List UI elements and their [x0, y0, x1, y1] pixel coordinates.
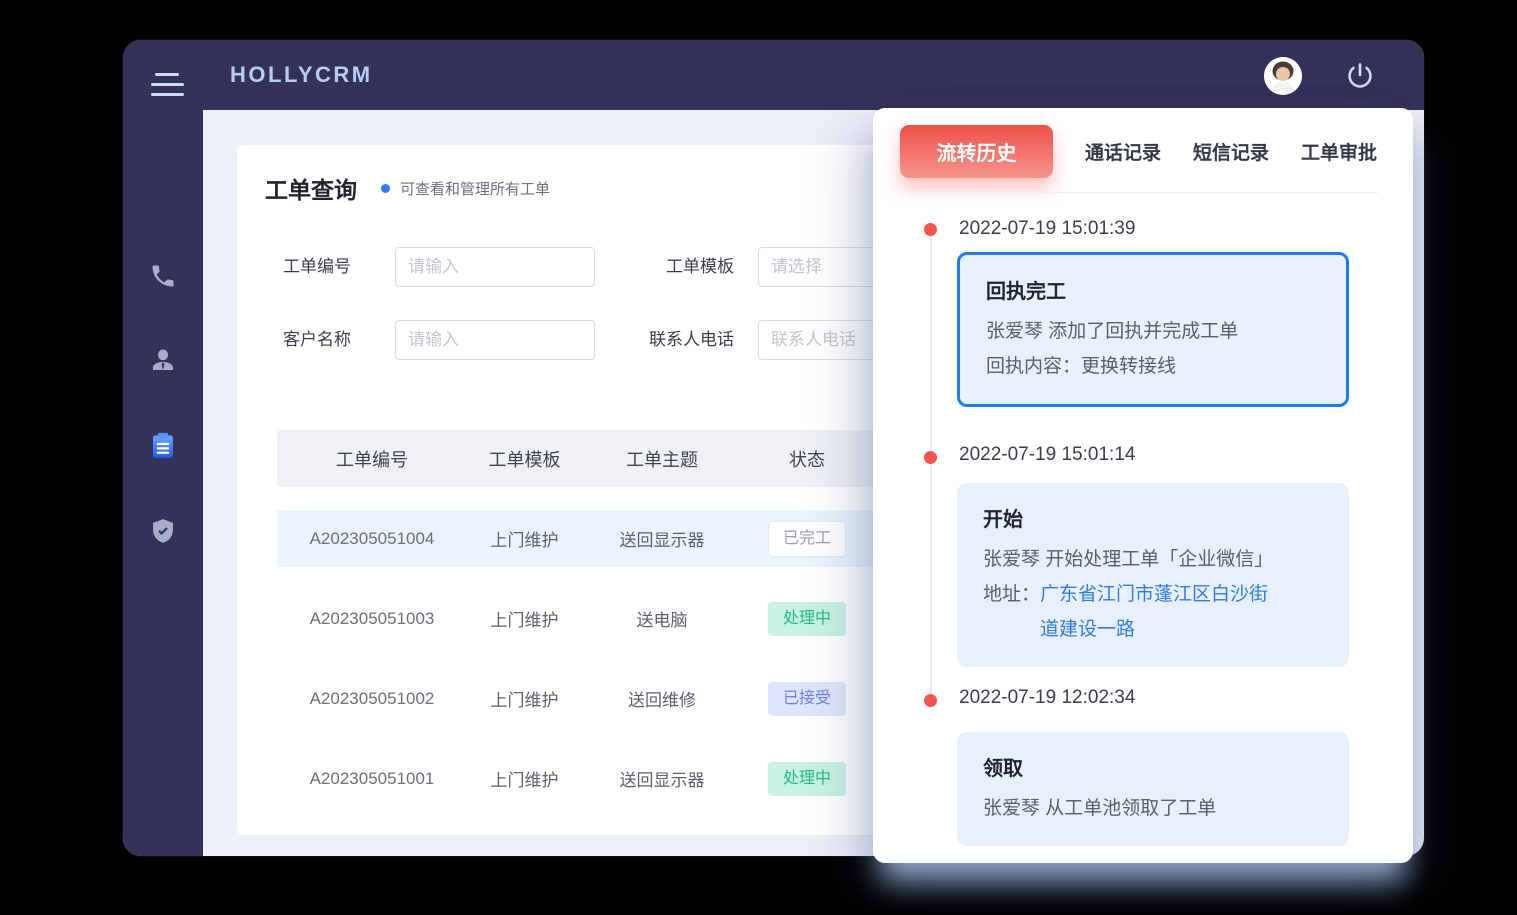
timeline-timestamp: 2022-07-19 12:02:34 [959, 687, 1135, 709]
logout-power-button[interactable] [1345, 61, 1375, 91]
timeline-timestamp: 2022-07-19 15:01:39 [959, 218, 1135, 240]
tab-circulation-history[interactable]: 流转历史 [900, 125, 1053, 178]
timeline-dot-icon [924, 451, 937, 464]
work-order-clipboard-icon [148, 431, 178, 466]
timeline-card-claim[interactable]: 领取 张爱琴 从工单池领取了工单 [957, 732, 1349, 846]
filter-label-customer: 客户名称 [283, 320, 363, 360]
user-avatar[interactable] [1264, 57, 1302, 95]
sidebar [123, 40, 203, 856]
order-id-input[interactable] [395, 247, 595, 287]
timeline-card-line: 回执内容：更换转接线 [986, 349, 1320, 384]
timeline-card-line: 张爱琴 从工单池领取了工单 [983, 791, 1323, 826]
timeline-card-receipt-complete[interactable]: 回执完工 张爱琴 添加了回执并完成工单 回执内容：更换转接线 [957, 252, 1349, 407]
power-icon [1345, 78, 1375, 95]
timeline-card-line: 张爱琴 开始处理工单「企业微信」 [983, 542, 1323, 577]
tabs-divider [910, 192, 1378, 193]
status-badge: 处理中 [768, 602, 846, 636]
subtitle-dot-icon [381, 184, 390, 193]
contact-person-icon [148, 345, 178, 380]
status-badge: 已完工 [768, 521, 846, 557]
page-title: 工单查询 [265, 171, 357, 205]
menu-icon[interactable] [151, 73, 185, 99]
app-logo-text: HOLLYCRM [230, 62, 373, 88]
timeline-card-line: 张爱琴 添加了回执并完成工单 [986, 314, 1320, 349]
timeline-line [930, 229, 932, 700]
top-header-bar: HOLLYCRM [123, 40, 1424, 110]
timeline-card-start[interactable]: 开始 张爱琴 开始处理工单「企业微信」 地址： 广东省江门市蓬江区白沙街道建设一… [957, 483, 1349, 667]
page-subtitle: 可查看和管理所有工单 [400, 178, 550, 199]
timeline-card-title: 回执完工 [986, 275, 1320, 304]
timeline-card-title: 开始 [983, 503, 1323, 532]
column-header-status: 状态 [742, 430, 872, 487]
sidebar-item-contacts[interactable] [123, 334, 203, 390]
timeline-timestamp: 2022-07-19 15:01:14 [959, 444, 1135, 466]
status-badge: 处理中 [768, 762, 846, 796]
phone-icon [149, 262, 177, 295]
customer-name-input[interactable] [395, 320, 595, 360]
column-header-subject: 工单主题 [582, 430, 742, 487]
timeline-dot-icon [924, 694, 937, 707]
tab-sms-records[interactable]: 短信记录 [1193, 138, 1269, 165]
timeline-dot-icon [924, 223, 937, 236]
filter-label-contact-phone: 联系人电话 [622, 320, 734, 360]
tab-order-approval[interactable]: 工单审批 [1301, 138, 1377, 165]
column-header-template: 工单模板 [467, 430, 582, 487]
panel-tabs: 流转历史 通话记录 短信记录 工单审批 [900, 125, 1386, 178]
address-link[interactable]: 广东省江门市蓬江区白沙街道建设一路 [1040, 577, 1272, 647]
sidebar-item-work-orders[interactable] [123, 420, 203, 476]
sidebar-item-phone[interactable] [123, 250, 203, 306]
filter-label-template: 工单模板 [622, 247, 734, 287]
security-shield-icon [149, 517, 177, 550]
filter-label-order-id: 工单编号 [283, 247, 363, 287]
tab-call-records[interactable]: 通话记录 [1085, 138, 1161, 165]
column-header-order-id: 工单编号 [277, 430, 467, 487]
timeline-card-title: 领取 [983, 752, 1323, 781]
sidebar-item-security[interactable] [123, 505, 203, 561]
history-detail-panel: 流转历史 通话记录 短信记录 工单审批 2022-07-19 15:01:39 … [873, 108, 1413, 863]
address-label: 地址： [983, 577, 1040, 612]
status-badge: 已接受 [768, 682, 846, 716]
